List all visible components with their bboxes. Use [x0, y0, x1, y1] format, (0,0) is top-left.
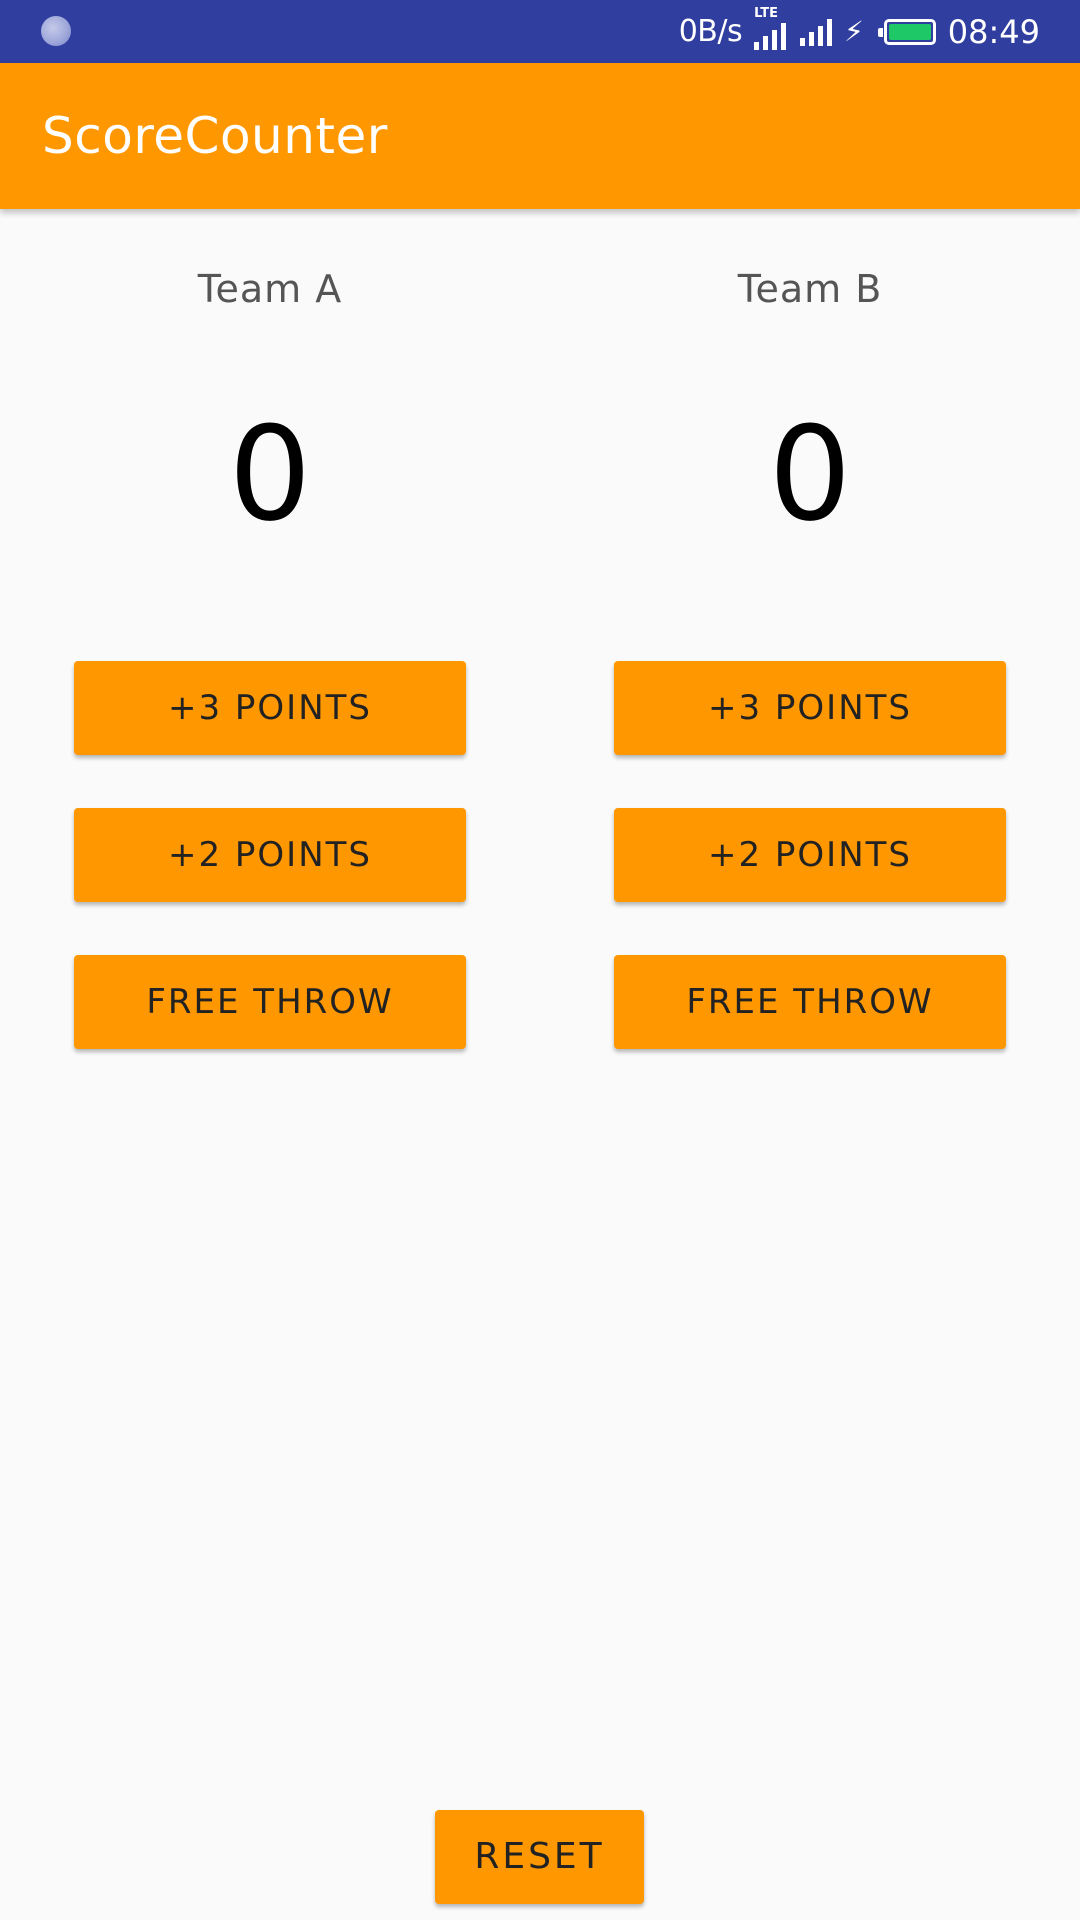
status-indicators: 0B/s LTE ⚡ 08:49 [679, 0, 1040, 63]
reset-button[interactable]: RESET [435, 1810, 644, 1904]
team-b-score: 0 [768, 398, 852, 550]
team-b-free-throw-button[interactable]: FREE THROW [614, 955, 1006, 1049]
status-clock: 08:49 [947, 12, 1040, 51]
team-a-plus-two-button[interactable]: +2 POINTS [74, 808, 466, 902]
battery-icon [877, 18, 936, 45]
notification-spinner-icon [41, 16, 71, 46]
team-b-plus-three-button[interactable]: +3 POINTS [614, 661, 1006, 755]
team-a-free-throw-button[interactable]: FREE THROW [74, 955, 466, 1049]
app-bar: ScoreCounter [0, 63, 1080, 209]
signal-lte-icon: LTE [754, 6, 788, 50]
lte-label: LTE [754, 5, 778, 21]
team-a-score: 0 [228, 398, 312, 550]
team-b-name: Team B [737, 267, 883, 311]
status-bar: 0B/s LTE ⚡ 08:49 [0, 0, 1080, 63]
signal-icon [800, 18, 833, 46]
team-b-plus-two-button[interactable]: +2 POINTS [614, 808, 1006, 902]
network-speed: 0B/s [678, 14, 743, 49]
app-title: ScoreCounter [42, 107, 388, 165]
team-a-plus-three-button[interactable]: +3 POINTS [74, 661, 466, 755]
team-a-name: Team A [197, 267, 343, 311]
charging-bolt-icon: ⚡ [844, 14, 864, 48]
